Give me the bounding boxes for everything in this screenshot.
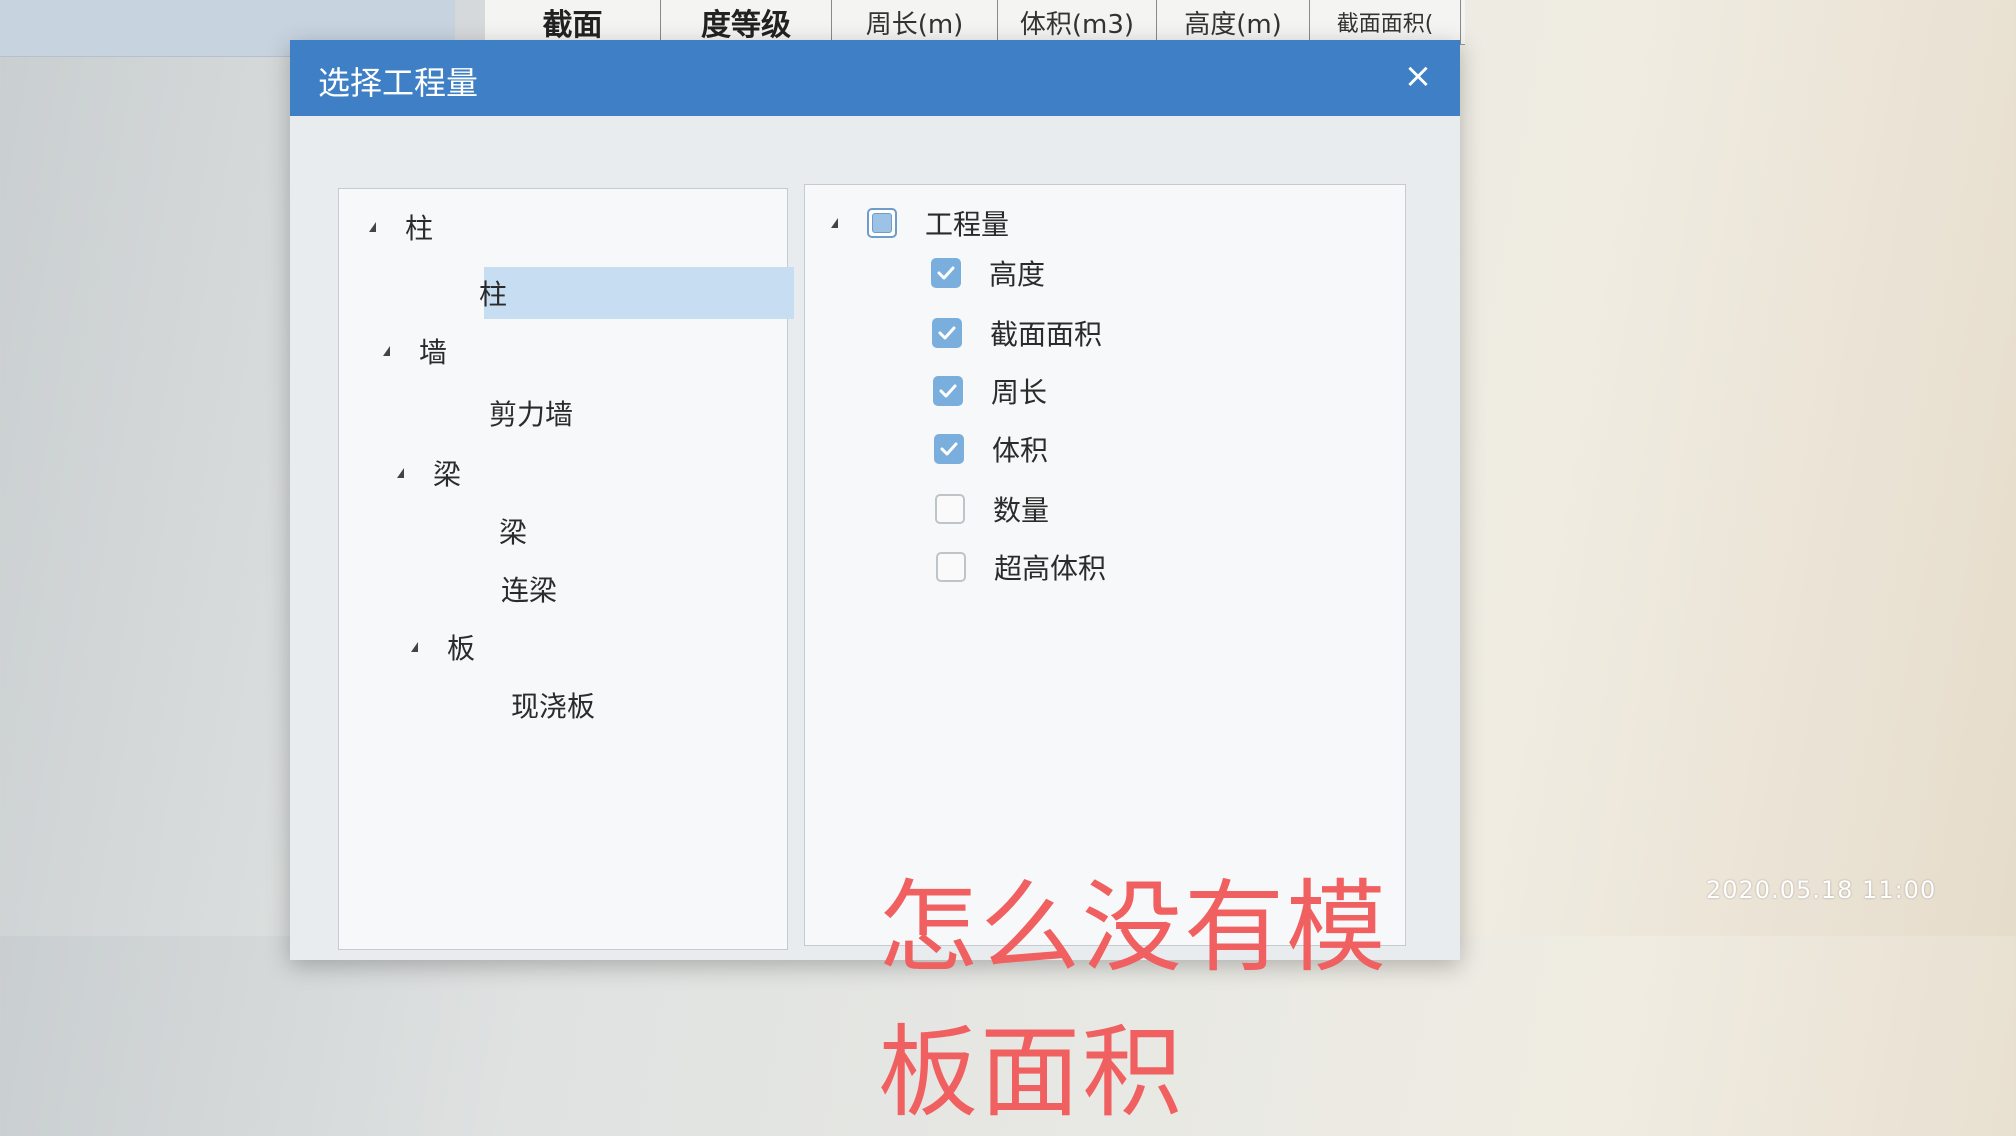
quantity-checkbox[interactable] [935,494,965,524]
tree-root-quantity[interactable]: 工程量 [831,201,1009,245]
quantity-tree-pane: 工程量 高度截面面积周长体积数量超高体积 [804,184,1406,946]
root-checkbox[interactable] [867,208,897,238]
tree-group-label: 柱 [405,212,434,245]
close-button[interactable]: × [1398,56,1438,96]
quantity-item[interactable]: 截面面积 [932,311,1102,355]
tree-group-label: 板 [447,632,476,665]
quantity-label: 超高体积 [994,552,1107,585]
dialog-titlebar[interactable]: 选择工程量 × [290,40,1460,116]
tree-item-coupling-beam[interactable]: 连梁 [501,567,557,611]
tree-item-shear-wall[interactable]: 剪力墙 [489,391,573,435]
quantity-checkbox[interactable] [934,434,964,464]
table-header-cell: 周长(m) [832,0,998,44]
tree-group-slab[interactable]: 板 [411,625,475,669]
quantity-item[interactable]: 高度 [931,251,1045,295]
dialog-body: 柱 柱 墙 剪力墙 梁 梁 连梁 板 现浇板 工程量 高度 截面面积 周长 体积… [290,116,1460,1131]
checkmark-icon [938,326,956,340]
tree-group-label: 梁 [433,458,462,491]
quantity-label: 截面面积 [990,318,1103,351]
photo-timestamp: 2020.05.18 11:00 [1706,876,1937,904]
quantity-item[interactable]: 体积 [934,427,1048,471]
checkmark-icon [940,442,958,456]
tree-group-wall[interactable]: 墙 [383,329,447,373]
category-tree-pane: 柱 柱 墙 剪力墙 梁 梁 连梁 板 现浇板 [338,188,794,950]
tree-item-column[interactable]: 柱 [479,271,507,315]
expand-triangle-icon[interactable] [831,218,867,228]
quantity-item[interactable]: 数量 [935,487,1049,531]
quantity-label: 高度 [989,258,1046,291]
quantity-checkbox[interactable] [933,376,963,406]
expand-triangle-icon[interactable] [369,222,405,232]
expand-triangle-icon[interactable] [383,346,419,356]
tree-item-label: 柱 [479,278,508,311]
table-header-cell: 高度(m) [1157,0,1310,44]
tree-root-label: 工程量 [925,208,1010,241]
quantity-checkbox[interactable] [931,258,961,288]
table-header-cell: 体积(m3) [998,0,1157,44]
quantity-checkbox[interactable] [936,552,966,582]
tree-item-label: 剪力墙 [489,398,574,431]
tree-item-label: 梁 [499,516,528,549]
tree-item-beam[interactable]: 梁 [499,509,527,553]
tree-group-column[interactable]: 柱 [369,205,433,249]
dialog-title: 选择工程量 [318,64,479,102]
selected-highlight [484,267,794,319]
quantity-label: 体积 [992,434,1049,467]
table-header-cell: 截面面积( [1310,0,1461,44]
close-icon: × [1403,56,1433,96]
checkmark-icon [939,384,957,398]
table-header-cell: 截面 [485,0,661,44]
table-header-cell: 度等级 [661,0,832,44]
tree-item-cast-slab[interactable]: 现浇板 [511,683,595,727]
annotation-text: 怎么没有模板面积 [878,869,1388,1131]
tree-item-label: 现浇板 [511,690,596,723]
quantity-item[interactable]: 周长 [933,369,1047,413]
quantity-checkbox[interactable] [932,318,962,348]
expand-triangle-icon[interactable] [411,642,447,652]
quantity-label: 数量 [993,494,1050,527]
quantity-item[interactable]: 超高体积 [936,545,1106,589]
quantity-label: 周长 [991,376,1048,409]
checkmark-icon [937,266,955,280]
tree-item-label: 连梁 [501,574,558,607]
expand-triangle-icon[interactable] [397,468,433,478]
select-quantity-dialog: 选择工程量 × 柱 柱 墙 剪力墙 梁 梁 连梁 板 现浇板 工程量 高度 截面… [290,40,1460,1131]
tree-group-label: 墙 [419,336,448,369]
background-table-header: 截面 度等级 周长(m) 体积(m3) 高度(m) 截面面积( [485,0,1465,45]
tree-group-beam[interactable]: 梁 [397,451,461,495]
